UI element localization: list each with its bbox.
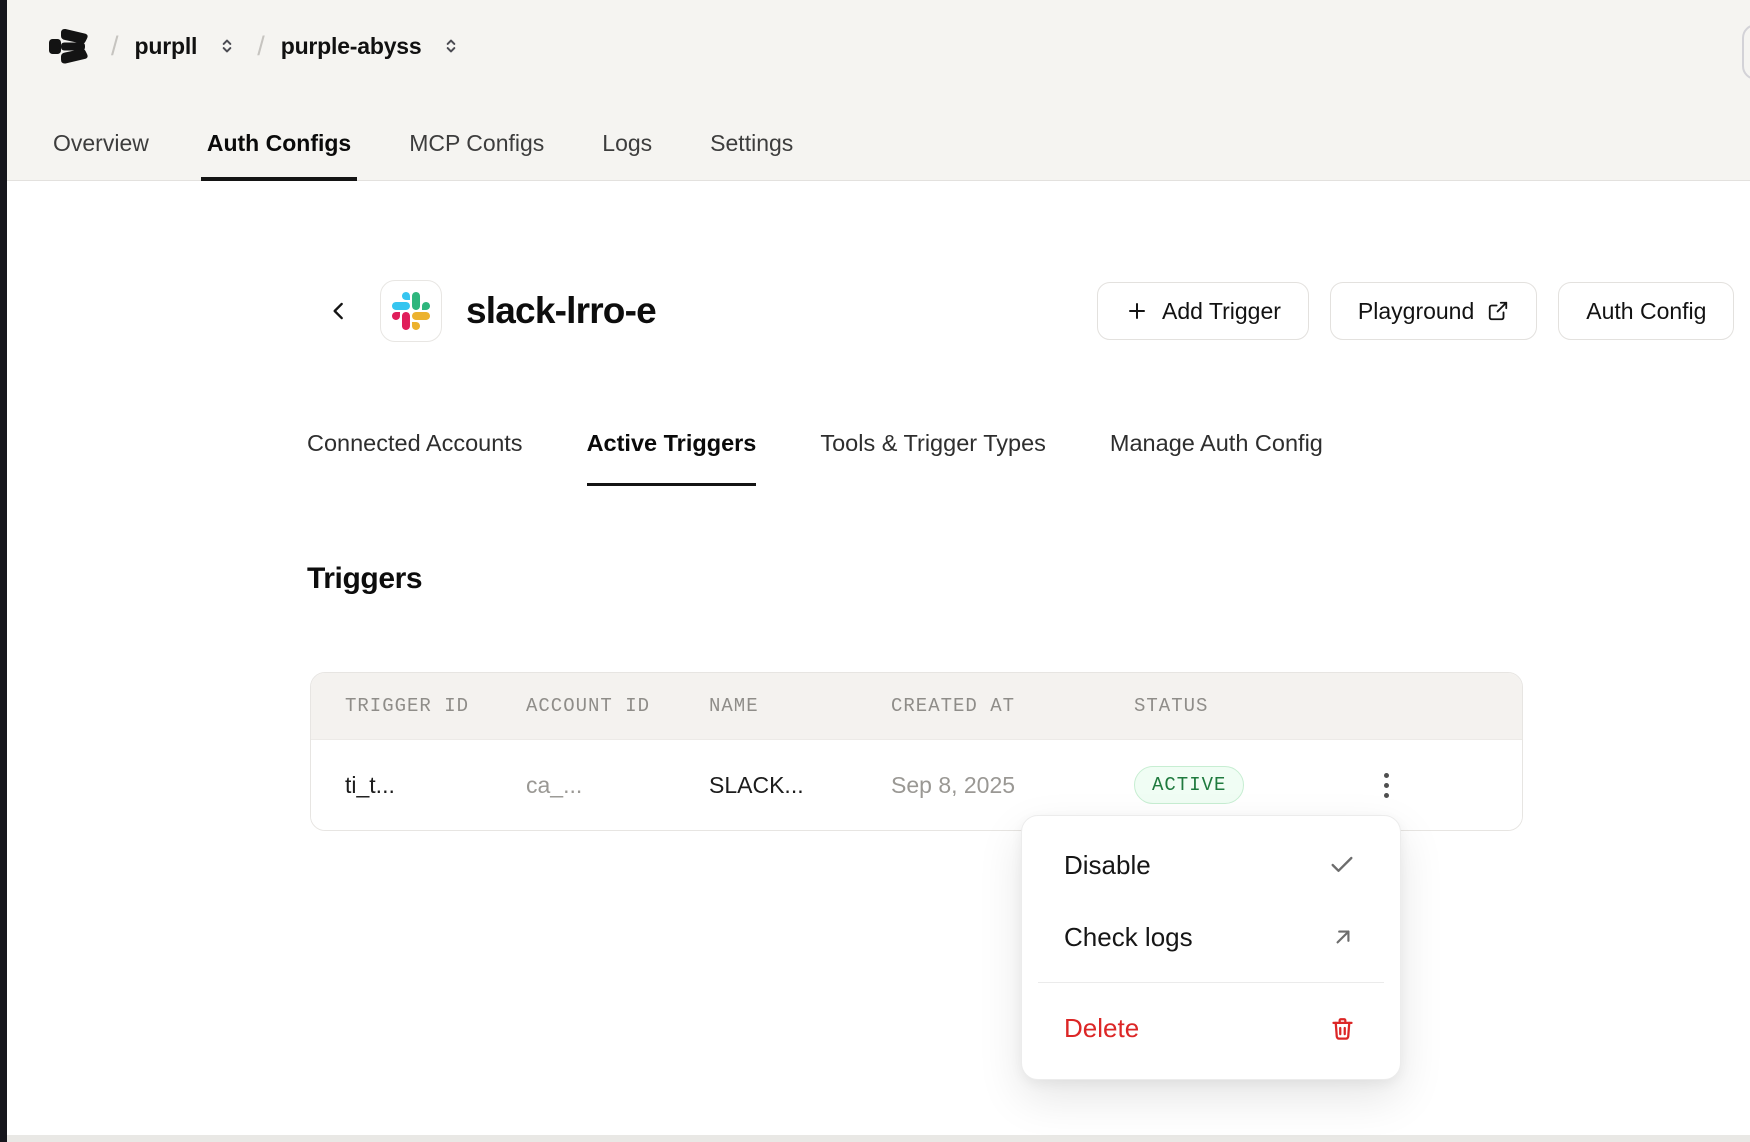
page-header: slack-lrro-e <box>322 278 656 344</box>
menu-item-check-logs[interactable]: Check logs <box>1022 901 1400 973</box>
playground-label: Playground <box>1358 298 1474 325</box>
chevron-up-down-icon <box>217 35 237 57</box>
cell-trigger-id: ti_t... <box>345 772 526 799</box>
kebab-dot <box>1384 773 1389 778</box>
breadcrumb: / purpll / purple-abyss <box>47 18 465 74</box>
subtab-manage-auth-config[interactable]: Manage Auth Config <box>1110 430 1323 486</box>
subtab-tools-trigger-types[interactable]: Tools & Trigger Types <box>820 430 1046 486</box>
delete-label: Delete <box>1064 1013 1139 1044</box>
external-link-icon <box>1487 300 1509 322</box>
disable-label: Disable <box>1064 850 1151 881</box>
chevron-left-icon <box>326 298 352 324</box>
subtab-connected-accounts[interactable]: Connected Accounts <box>307 430 523 486</box>
check-icon <box>1328 851 1356 879</box>
tab-overview[interactable]: Overview <box>47 130 155 181</box>
page-title: slack-lrro-e <box>466 290 656 332</box>
primary-tabs: Overview Auth Configs MCP Configs Logs S… <box>47 130 799 181</box>
column-header-name: NAME <box>709 695 891 717</box>
header-actions: Add Trigger Playground Auth Config <box>1097 282 1734 340</box>
menu-item-delete[interactable]: Delete <box>1022 992 1400 1064</box>
table-header-row: TRIGGER ID ACCOUNT ID NAME CREATED AT ST… <box>311 673 1522 740</box>
column-header-account-id: ACCOUNT ID <box>526 695 709 717</box>
cell-name: SLACK... <box>709 772 891 799</box>
tab-settings[interactable]: Settings <box>704 130 799 181</box>
column-header-status: STATUS <box>1134 695 1522 717</box>
window-bottom-edge <box>7 1135 1750 1142</box>
cell-account-id: ca_... <box>526 772 709 799</box>
breadcrumb-separator: / <box>257 31 265 62</box>
breadcrumb-separator: / <box>111 31 119 62</box>
menu-item-disable[interactable]: Disable <box>1022 829 1400 901</box>
status-badge: ACTIVE <box>1134 766 1244 804</box>
project-selector-button[interactable] <box>437 31 465 61</box>
app-icon-container <box>380 280 442 342</box>
column-header-created-at: CREATED AT <box>891 695 1134 717</box>
auth-config-label: Auth Config <box>1586 298 1706 325</box>
window-edge <box>0 0 7 1142</box>
topbar: / purpll / purple-abyss Overview Auth Co… <box>7 0 1750 181</box>
back-button[interactable] <box>322 294 356 328</box>
column-header-trigger-id: TRIGGER ID <box>345 695 526 717</box>
kebab-dot <box>1384 783 1389 788</box>
chevron-up-down-icon <box>441 35 461 57</box>
section-title: Triggers <box>307 562 422 596</box>
breadcrumb-org[interactable]: purpll <box>135 33 198 60</box>
add-trigger-label: Add Trigger <box>1162 298 1281 325</box>
tab-auth-configs[interactable]: Auth Configs <box>201 130 357 181</box>
tab-mcp-configs[interactable]: MCP Configs <box>403 130 550 181</box>
row-actions-kebab-button[interactable] <box>1368 763 1404 807</box>
add-trigger-button[interactable]: Add Trigger <box>1097 282 1309 340</box>
plus-icon <box>1125 299 1149 323</box>
cell-created-at: Sep 8, 2025 <box>891 772 1134 799</box>
triggers-table: TRIGGER ID ACCOUNT ID NAME CREATED AT ST… <box>310 672 1523 831</box>
slack-icon <box>392 292 430 330</box>
kebab-dot <box>1384 793 1389 798</box>
org-selector-button[interactable] <box>213 31 241 61</box>
subtab-active-triggers[interactable]: Active Triggers <box>587 430 757 486</box>
menu-divider <box>1038 982 1384 983</box>
composio-logo-icon[interactable] <box>47 22 95 70</box>
check-logs-label: Check logs <box>1064 922 1193 953</box>
tab-logs[interactable]: Logs <box>596 130 658 181</box>
cell-status: ACTIVE <box>1134 766 1522 804</box>
row-actions-menu: Disable Check logs Delete <box>1021 815 1401 1080</box>
playground-button[interactable]: Playground <box>1330 282 1537 340</box>
auth-config-button[interactable]: Auth Config <box>1558 282 1734 340</box>
arrow-up-right-icon <box>1330 924 1356 950</box>
breadcrumb-project[interactable]: purple-abyss <box>281 33 422 60</box>
topbar-clipped-button[interactable] <box>1742 24 1750 80</box>
trash-icon <box>1329 1015 1356 1042</box>
detail-tabs: Connected Accounts Active Triggers Tools… <box>307 430 1323 486</box>
